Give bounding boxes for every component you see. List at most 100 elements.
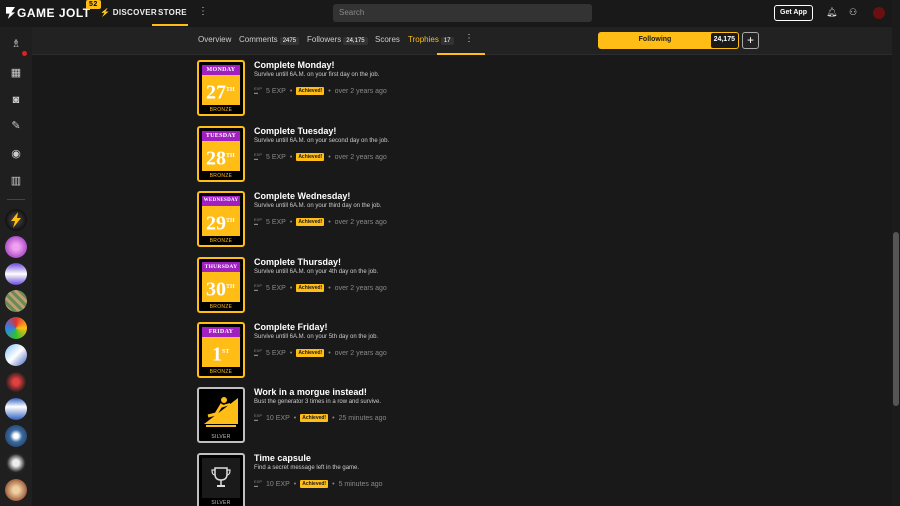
trophy-meta: EXP ▬ 5 EXP • Achieved! • over 2 years ag… [254,153,387,161]
exp-icon: EXP ▬ [254,217,263,226]
notification-count-badge: 52 [86,0,101,9]
trophy-time: 5 minutes ago [338,480,383,488]
achieved-badge: Achieved! [296,87,325,95]
bolt-icon [11,212,21,228]
get-app-button[interactable]: Get App [774,5,813,21]
camera-icon[interactable]: ◉ [9,147,23,161]
top-bar: GAME JOLT 52 ⚡ DISCOVER STORE ⋮ Search G… [0,0,892,27]
tab-trophies[interactable]: Trophies 17 [408,35,454,45]
tab-overview[interactable]: Overview [198,35,231,44]
tab-label: Overview [198,35,232,44]
trophy-description: Survive untill 6A.M. on your 5th day on … [254,334,379,340]
calendar-suffix: TH [226,284,235,290]
sidebar-game-11[interactable] [5,479,27,501]
trophy-title[interactable]: Complete Wednesday! [254,191,350,201]
calendar-day: MONDAY [202,65,240,75]
trophy-tier: BRONZE [209,369,233,375]
sidebar-game-10[interactable] [5,452,27,474]
trophy-item[interactable]: TUESDAY 28TH BRONZE Complete Tuesday! Su… [197,126,617,186]
trophy-item[interactable]: FRIDAY 1ST BRONZE Complete Friday! Survi… [197,322,617,382]
calendar-date: 28TH [202,141,240,171]
calendar-suffix: TH [226,153,235,159]
bell-icon[interactable]: 🔔︎ [826,7,837,18]
trophy-exp: 5 EXP [266,284,286,292]
calendar-date: 29TH [202,206,240,236]
sidebar-game-6[interactable] [5,344,27,366]
calendar-suffix: ST [222,349,230,355]
trophy-title[interactable]: Time capsule [254,453,311,463]
trophy-item[interactable]: WEDNESDAY 29TH BRONZE Complete Wednesday… [197,191,617,251]
following-button[interactable]: Following 24,175 [598,32,739,49]
calendar-number: 28 [206,147,226,170]
trophy-tier: SILVER [211,434,231,440]
gamejolt-logo-icon [6,7,15,19]
trophy-thumbnail: THURSDAY 30TH BRONZE [197,257,245,313]
trophy-item[interactable]: MONDAY 27TH BRONZE Complete Monday! Surv… [197,60,617,120]
sidebar-game-2[interactable] [5,236,27,258]
trophy-title[interactable]: Work in a morgue instead! [254,387,367,397]
user-avatar[interactable] [873,7,885,19]
trophy-time: 25 minutes ago [338,414,387,422]
tab-label: Scores [375,35,400,44]
sidebar-game-8[interactable] [5,398,27,420]
tab-comments[interactable]: Comments 2475 [239,35,300,45]
trophy-item[interactable]: THURSDAY 30TH BRONZE Complete Thursday! … [197,257,617,317]
scrollbar-thumb[interactable] [893,232,899,406]
exp-icon: EXP ▬ [254,86,263,95]
trophy-title[interactable]: Complete Friday! [254,322,328,332]
store-link[interactable]: STORE [158,8,187,17]
sidebar-game-5[interactable] [5,317,27,339]
sidebar-game-9[interactable] [5,425,27,447]
logo-text: GAME JOLT [17,6,91,20]
trophy-item[interactable]: SILVER Time capsule Find a secret messag… [197,453,617,506]
trophy-title[interactable]: Complete Monday! [254,60,335,70]
calendar-image: MONDAY 27TH [202,65,240,105]
calendar-number: 30 [206,278,226,301]
page-scrollbar[interactable] [892,0,900,506]
discover-link[interactable]: ⚡ DISCOVER [100,8,157,17]
trophy-exp: 10 EXP [266,480,290,488]
more-menu-icon[interactable]: ⋮ [198,7,208,17]
add-button[interactable]: + [742,32,759,49]
tab-label: Trophies [408,35,439,44]
achieved-badge: Achieved! [296,284,325,292]
trophy-meta: EXP ▬ 5 EXP • Achieved! • over 2 years ag… [254,349,387,357]
gamejolt-logo[interactable]: GAME JOLT 52 [6,0,101,20]
separator-dot: • [332,480,335,488]
tools-icon[interactable]: ✎ [9,119,23,133]
sidebar-game-1[interactable] [5,209,27,231]
trophy-time: over 2 years ago [334,218,387,226]
achieved-badge: Achieved! [296,218,325,226]
separator-dot: • [289,218,293,226]
tab-followers[interactable]: Followers 24,175 [307,35,368,45]
sidebar-game-3[interactable] [5,263,27,285]
trophy-exp: 5 EXP [266,87,286,95]
trophy-tier: BRONZE [209,238,233,244]
trophy-time: over 2 years ago [334,87,387,95]
trophy-default-image [202,458,240,498]
friends-icon[interactable]: ⚇ [849,7,857,18]
separator-dot: • [328,349,331,357]
trophy-description: Survive untill 6A.M. on your first day o… [254,72,380,78]
calendar-number: 1 [212,343,222,366]
trophy-item[interactable]: SILVER Work in a morgue instead! Bust th… [197,387,617,447]
trophy-title[interactable]: Complete Tuesday! [254,126,336,136]
trophy-thumbnail: TUESDAY 28TH BRONZE [197,126,245,182]
sidebar-game-7[interactable] [5,371,27,393]
backpack-icon[interactable]: ◙ [9,93,23,107]
achieved-badge: Achieved! [300,414,329,422]
rocket-icon[interactable]: ♗ [9,37,23,51]
calendar-image: THURSDAY 30TH [202,262,240,302]
search-input[interactable]: Search [333,4,592,22]
tab-count: 17 [440,37,454,45]
notification-dot [22,51,27,56]
trophy-title[interactable]: Complete Thursday! [254,257,341,267]
tab-scores[interactable]: Scores [375,35,400,44]
store-icon[interactable]: ▦ [9,66,23,80]
library-icon[interactable]: ▥ [9,174,23,188]
calendar-image: TUESDAY 28TH [202,131,240,171]
sidebar-game-4[interactable] [5,290,27,312]
tab-more-icon[interactable]: ⋮ [464,34,474,44]
trophy-exp: 5 EXP [266,153,286,161]
calendar-number: 29 [206,212,226,235]
